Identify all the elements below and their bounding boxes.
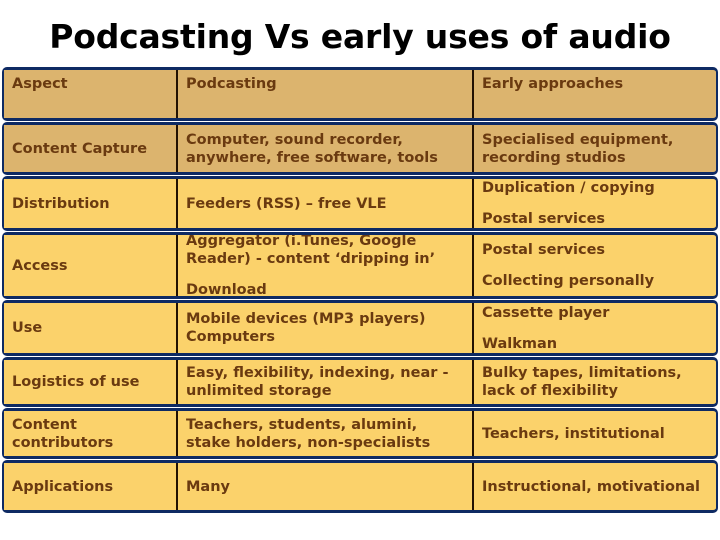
cell-podcasting-text: Teachers, students, alumini, stake holde…	[186, 416, 431, 451]
cell-aspect: Access	[4, 235, 178, 296]
column-header-aspect: Aspect	[4, 70, 178, 118]
cell-early: Cassette player Walkman	[474, 303, 712, 353]
cell-early-text: Specialised equipment, recording studios	[482, 131, 674, 166]
cell-early-text-2: Collecting personally	[482, 273, 655, 289]
table-row: Applications Many Instructional, motivat…	[2, 460, 718, 513]
cell-podcasting: Many	[178, 463, 474, 510]
cell-podcasting: Feeders (RSS) – free VLE	[178, 179, 474, 228]
cell-podcasting-text: Many	[186, 478, 230, 495]
cell-aspect-text: Content Capture	[12, 140, 148, 157]
table-row: Use Mobile devices (MP3 players) Compute…	[2, 300, 718, 356]
table-row: Logistics of use Easy, flexibility, inde…	[2, 357, 718, 407]
cell-podcasting: Easy, flexibility, indexing, near -unlim…	[178, 360, 474, 404]
table-row: Content contributors Teachers, students,…	[2, 408, 718, 459]
cell-aspect: Content contributors	[4, 411, 178, 456]
cell-podcasting: Mobile devices (MP3 players) Computers	[178, 303, 474, 353]
cell-aspect-text: Access	[12, 257, 68, 274]
table-row: Content Capture Computer, sound recorder…	[2, 122, 718, 175]
cell-podcasting-text-1: Aggregator (i.Tunes, Google Reader) - co…	[186, 235, 436, 267]
cell-podcasting-text-2: Download	[186, 282, 267, 296]
table-row: Distribution Feeders (RSS) – free VLE Du…	[2, 176, 718, 231]
cell-early-text-2: Postal services	[482, 211, 606, 227]
cell-early: Postal services Collecting personally	[474, 235, 712, 296]
column-header-early-label: Early approaches	[482, 76, 624, 92]
table-header-row: Aspect Podcasting Early approaches	[2, 67, 718, 121]
cell-podcasting: Aggregator (i.Tunes, Google Reader) - co…	[178, 235, 474, 296]
cell-podcasting-text: Mobile devices (MP3 players) Computers	[186, 311, 426, 345]
cell-early-text: Bulky tapes, limitations, lack of flexib…	[482, 365, 682, 399]
cell-early: Specialised equipment, recording studios	[474, 125, 712, 172]
cell-early: Duplication / copying Postal services	[474, 179, 712, 228]
cell-early-text-2: Walkman	[482, 335, 558, 352]
cell-early: Teachers, institutional	[474, 411, 712, 456]
cell-aspect: Applications	[4, 463, 178, 510]
cell-aspect: Distribution	[4, 179, 178, 228]
cell-aspect: Use	[4, 303, 178, 353]
slide-canvas: Podcasting Vs early uses of audio Aspect…	[0, 0, 720, 540]
cell-early-text-1: Postal services	[482, 242, 606, 258]
cell-podcasting: Computer, sound recorder, anywhere, free…	[178, 125, 474, 172]
cell-aspect-text: Applications	[12, 478, 114, 495]
cell-aspect: Content Capture	[4, 125, 178, 172]
column-header-podcasting: Podcasting	[178, 70, 474, 118]
cell-podcasting-text: Easy, flexibility, indexing, near -unlim…	[186, 365, 449, 399]
cell-early-text: Teachers, institutional	[482, 425, 665, 442]
cell-early-text-1: Duplication / copying	[482, 180, 655, 196]
column-header-aspect-label: Aspect	[12, 76, 68, 92]
cell-aspect-text: Distribution	[12, 195, 110, 212]
cell-early-text-1: Cassette player	[482, 304, 610, 321]
cell-podcasting-text: Computer, sound recorder, anywhere, free…	[186, 131, 438, 166]
comparison-table: Aspect Podcasting Early approaches Conte…	[2, 67, 718, 513]
cell-aspect: Logistics of use	[4, 360, 178, 404]
cell-aspect-text: Use	[12, 320, 43, 336]
cell-aspect-text: Content contributors	[12, 416, 114, 451]
table-row: Access Aggregator (i.Tunes, Google Reade…	[2, 232, 718, 299]
column-header-podcasting-label: Podcasting	[186, 76, 277, 92]
page-title: Podcasting Vs early uses of audio	[49, 17, 671, 56]
cell-early-text: Instructional, motivational	[482, 478, 700, 495]
cell-early: Instructional, motivational	[474, 463, 712, 510]
cell-aspect-text: Logistics of use	[12, 374, 140, 390]
cell-podcasting-text: Feeders (RSS) – free VLE	[186, 195, 387, 212]
cell-early: Bulky tapes, limitations, lack of flexib…	[474, 360, 712, 404]
cell-podcasting: Teachers, students, alumini, stake holde…	[178, 411, 474, 456]
column-header-early-approaches: Early approaches	[474, 70, 712, 118]
